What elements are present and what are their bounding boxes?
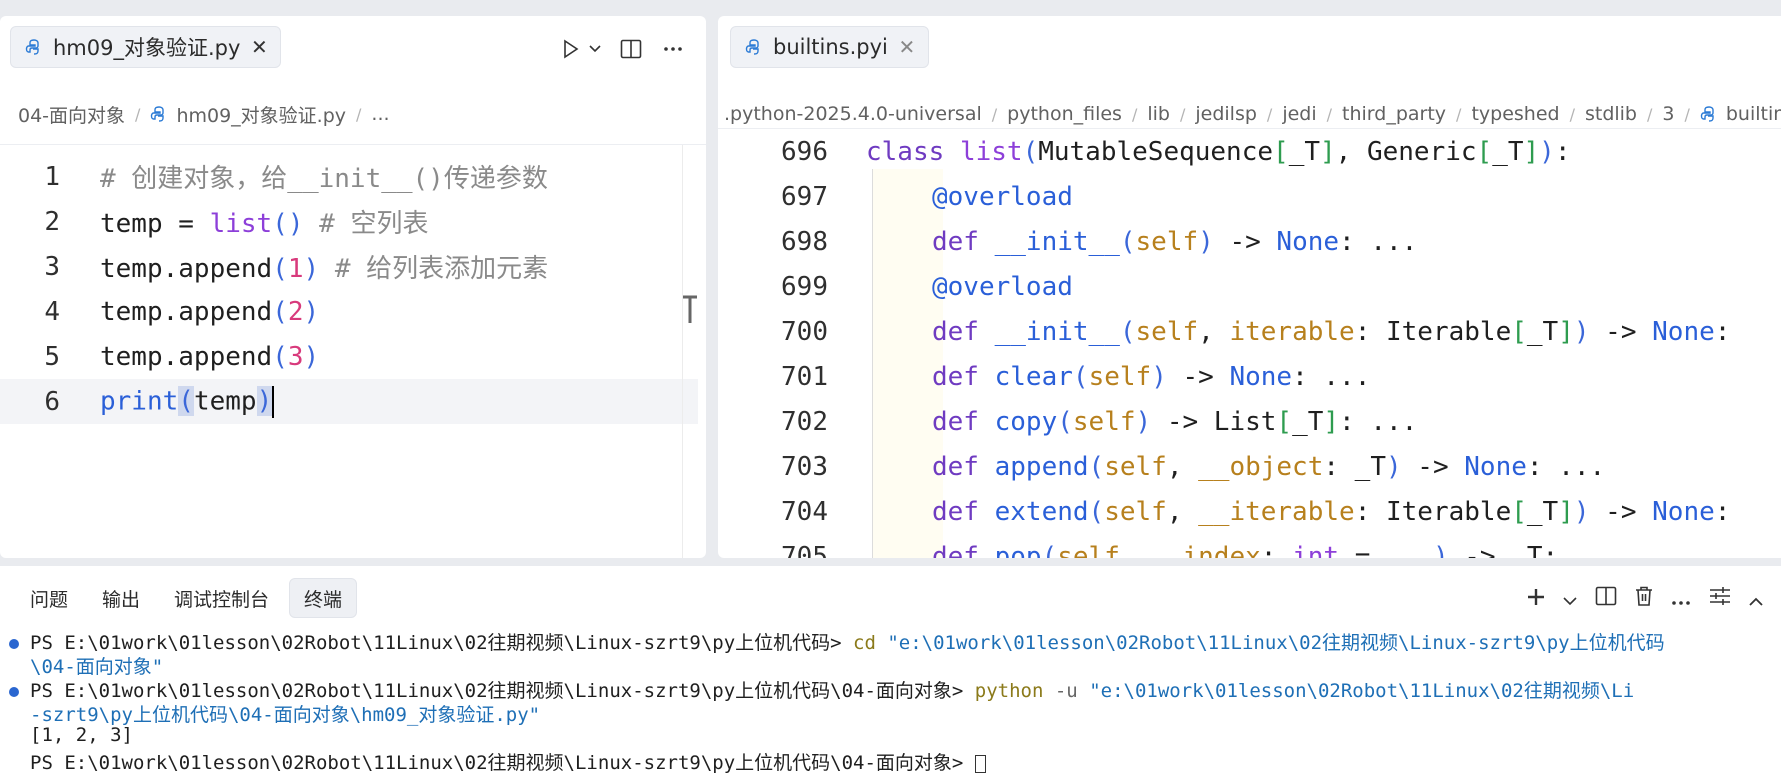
breadcrumb-item[interactable]: lib (1147, 103, 1170, 125)
line-number: 697 (781, 181, 828, 212)
bottom-panel: 问题 输出 调试控制台 终端 PS E:\01work\01lesson\02R… (0, 566, 1781, 775)
command-status-icon (9, 687, 19, 697)
line-number: 6 (44, 386, 60, 417)
text-cursor-marker-icon (682, 295, 698, 331)
close-icon[interactable]: ✕ (898, 35, 916, 59)
breadcrumb-symbol[interactable]: ... (371, 103, 389, 125)
tab-problems[interactable]: 问题 (16, 578, 82, 618)
tab-debug-console[interactable]: 调试控制台 (160, 578, 283, 618)
line-number: 696 (781, 136, 828, 167)
code-line: 702 def copy(self) -> List[_T]: ... (718, 399, 1781, 444)
line-number: 2 (44, 206, 60, 237)
code-line: 701 def clear(self) -> None: ... (718, 354, 1781, 399)
breadcrumb-file[interactable]: hm09_对象验证.py (150, 101, 346, 128)
line-number: 700 (781, 316, 828, 347)
code-line: 705 def pop(self, __index: int = ...) ->… (718, 534, 1781, 559)
panel-tabs: 问题 输出 调试控制台 终端 (16, 578, 358, 618)
more-actions-icon[interactable] (1671, 587, 1691, 611)
line-number: 704 (781, 496, 828, 527)
terminal-line: -szrt9\py上位机代码\04-面向对象\hm09_对象验证.py" (30, 704, 541, 726)
code-line: 703 def append(self, __object: _T) -> No… (718, 444, 1781, 489)
python-file-icon (745, 39, 759, 55)
tab-output[interactable]: 输出 (88, 578, 154, 618)
breadcrumb: .python-2025.4.0-universal / python_files… (724, 98, 1781, 130)
breadcrumb-item[interactable]: jedi (1282, 103, 1316, 125)
right-tabbar: builtins.pyi ✕ (718, 16, 1781, 70)
more-actions-icon[interactable] (660, 36, 686, 62)
breadcrumb-item[interactable]: stdlib (1585, 103, 1637, 125)
add-terminal-icon[interactable] (1527, 587, 1545, 611)
code-line: 698 def __init__(self) -> None: ... (718, 219, 1781, 264)
chevron-down-icon[interactable] (588, 36, 602, 62)
python-file-icon (25, 39, 39, 55)
panel-settings-icon[interactable] (1709, 586, 1731, 611)
terminal-output: [1, 2, 3] (30, 724, 133, 746)
code-line: 4 temp.append(2) (0, 289, 706, 334)
panel-actions (1527, 586, 1763, 611)
line-number: 703 (781, 451, 828, 482)
code-line: 697 @overload (718, 174, 1781, 219)
tab-hm09[interactable]: hm09_对象验证.py ✕ (10, 26, 282, 68)
close-icon[interactable]: ✕ (250, 35, 268, 59)
line-number: 705 (781, 541, 828, 559)
code-line: 696 class list(MutableSequence[_T], Gene… (718, 129, 1781, 174)
breadcrumb-item[interactable]: python_files (1007, 103, 1122, 125)
trash-icon[interactable] (1635, 586, 1653, 611)
code-line: 700 def __init__(self, iterable: Iterabl… (718, 309, 1781, 354)
code-line: 5 temp.append(3) (0, 334, 706, 379)
line-number: 3 (44, 251, 60, 282)
breadcrumb: 04-面向对象 / hm09_对象验证.py / ... (18, 98, 706, 130)
breadcrumb-file-label: builtins.pyi (1725, 103, 1781, 125)
line-number: 702 (781, 406, 828, 437)
python-file-icon (1700, 106, 1714, 122)
breadcrumb-file-label: hm09_对象验证.py (176, 104, 347, 127)
line-number: 4 (44, 296, 60, 327)
python-file-icon (151, 106, 165, 122)
text-cursor (272, 385, 275, 418)
code-editor-left[interactable]: 1 # 创建对象，给__init__()传递参数 2 temp = list()… (0, 144, 706, 558)
split-editor-icon[interactable] (618, 36, 644, 62)
terminal-line: PS E:\01work\01lesson\02Robot\11Linux\02… (30, 748, 986, 775)
line-number: 5 (44, 341, 60, 372)
tab-builtins[interactable]: builtins.pyi ✕ (730, 26, 929, 68)
code-line: 3 temp.append(1) # 给列表添加元素 (0, 244, 706, 289)
tab-label: builtins.pyi (773, 35, 888, 59)
code-line: 2 temp = list() # 空列表 (0, 199, 706, 244)
line-number: 698 (781, 226, 828, 257)
terminal[interactable]: PS E:\01work\01lesson\02Robot\11Linux\02… (0, 628, 1781, 775)
line-number: 699 (781, 271, 828, 302)
line-number: 701 (781, 361, 828, 392)
chevron-up-icon[interactable] (1749, 587, 1763, 611)
code-line: 704 def extend(self, __iterable: Iterabl… (718, 489, 1781, 534)
tab-label: hm09_对象验证.py (53, 36, 241, 60)
breadcrumb-folder[interactable]: 04-面向对象 (18, 101, 125, 128)
tab-terminal[interactable]: 终端 (289, 578, 358, 618)
split-terminal-icon[interactable] (1595, 586, 1617, 611)
terminal-line: PS E:\01work\01lesson\02Robot\11Linux\02… (30, 632, 1665, 654)
breadcrumb-file[interactable]: builtins.pyi (1700, 103, 1781, 125)
code-line: 699 @overload (718, 264, 1781, 309)
line-number: 1 (44, 161, 60, 192)
breadcrumb-item[interactable]: .python-2025.4.0-universal (724, 103, 982, 125)
right-editor-group: builtins.pyi ✕ .python-2025.4.0-universa… (718, 16, 1781, 558)
breadcrumb-item[interactable]: typeshed (1471, 103, 1559, 125)
command-status-icon (9, 639, 19, 649)
run-icon[interactable] (558, 36, 584, 62)
code-line: 1 # 创建对象，给__init__()传递参数 (0, 154, 706, 199)
code-editor-right[interactable]: 696 class list(MutableSequence[_T], Gene… (718, 128, 1781, 558)
terminal-line: PS E:\01work\01lesson\02Robot\11Linux\02… (30, 680, 1635, 702)
breadcrumb-item[interactable]: jedilsp (1195, 103, 1257, 125)
editor-actions (558, 36, 686, 62)
left-tabbar: hm09_对象验证.py ✕ (0, 16, 706, 70)
left-editor-group: hm09_对象验证.py ✕ 04-面向对象 / hm09_对象验证.py / … (0, 16, 706, 558)
terminal-cursor (974, 754, 986, 773)
terminal-line: \04-面向对象" (30, 656, 164, 678)
scrollbar[interactable] (682, 145, 700, 558)
code-line-active: 6 print(temp) (0, 379, 698, 424)
breadcrumb-item[interactable]: third_party (1342, 103, 1446, 125)
breadcrumb-item[interactable]: 3 (1662, 103, 1674, 125)
chevron-down-icon[interactable] (1563, 587, 1577, 611)
